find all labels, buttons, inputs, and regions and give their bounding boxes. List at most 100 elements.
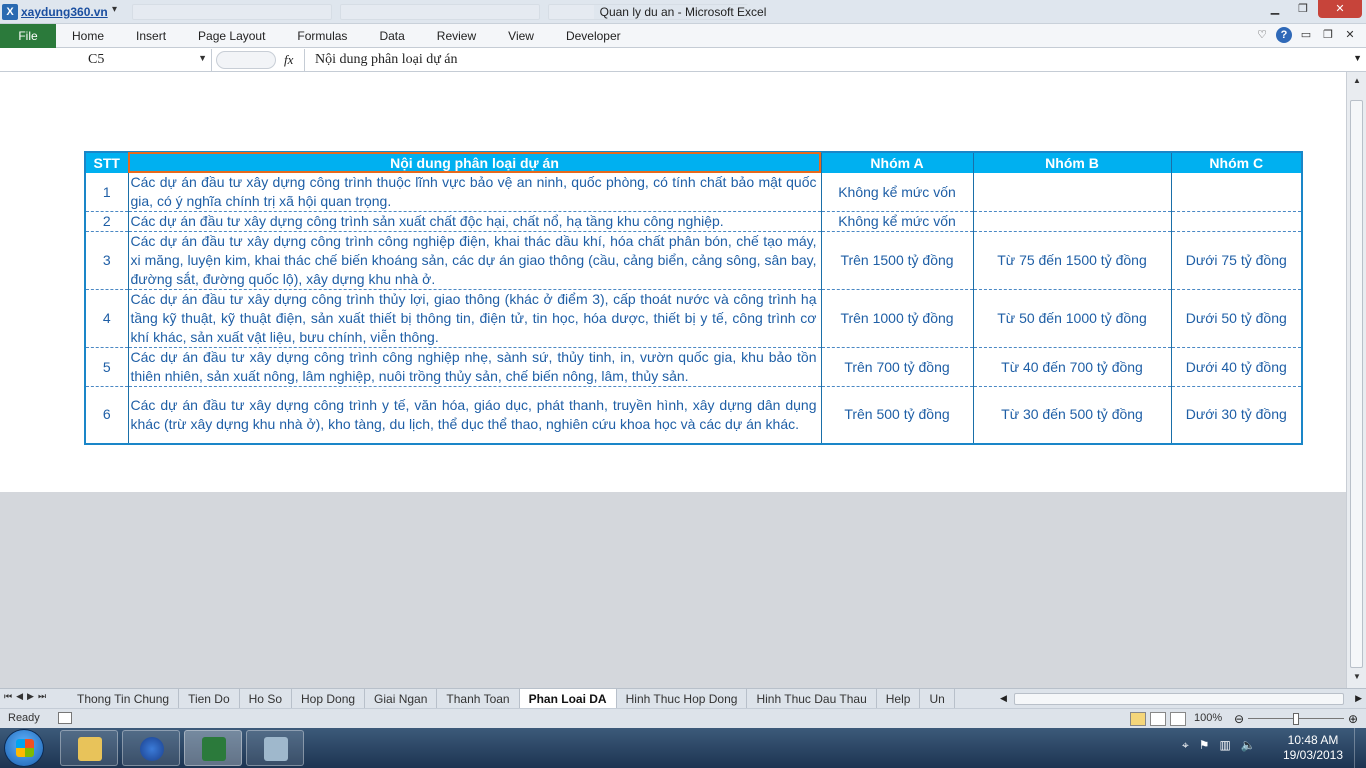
file-tab[interactable]: File — [0, 24, 56, 48]
excel-app-icon[interactable]: X — [2, 4, 18, 20]
row-content-cell[interactable]: Các dự án đầu tư xây dựng công trình thủ… — [128, 289, 822, 348]
taskbar-firefox[interactable] — [122, 730, 180, 766]
start-button[interactable] — [4, 729, 44, 767]
page-layout-view-icon[interactable] — [1150, 712, 1166, 726]
row-content-cell[interactable]: Các dự án đầu tư xây dựng công trình sản… — [128, 211, 822, 232]
group-a-cell[interactable]: Trên 500 tỷ đồng — [821, 386, 974, 444]
group-c-cell[interactable]: Dưới 40 tỷ đồng — [1171, 347, 1303, 387]
normal-view-icon[interactable] — [1130, 712, 1146, 726]
sheet-tab-thanh-toan[interactable]: Thanh Toan — [437, 689, 520, 709]
taskbar-explorer[interactable] — [60, 730, 118, 766]
zoom-knob[interactable] — [1293, 713, 1299, 725]
zoom-in-icon[interactable]: ⊕ — [1348, 712, 1358, 726]
horizontal-scroll-thumb[interactable] — [1014, 693, 1344, 705]
ribbon-tab-data[interactable]: Data — [363, 24, 420, 48]
group-b-cell[interactable]: Từ 75 đến 1500 tỷ đồng — [973, 231, 1172, 290]
header-group-a[interactable]: Nhóm A — [821, 152, 974, 173]
zoom-out-icon[interactable]: ⊖ — [1234, 712, 1244, 726]
sheet-tab-phan-loai-da[interactable]: Phan Loai DA — [519, 689, 617, 709]
row-number-cell[interactable]: 5 — [85, 347, 129, 387]
sheet-tab-tien-do[interactable]: Tien Do — [179, 689, 240, 709]
expand-formula-bar-icon[interactable]: ▼ — [1353, 53, 1362, 63]
show-desktop-button[interactable] — [1354, 728, 1366, 768]
zoom-slider[interactable]: ⊖ ⊕ — [1232, 712, 1362, 726]
help-icon[interactable]: ? — [1276, 27, 1292, 43]
group-c-cell[interactable] — [1171, 173, 1303, 212]
sheet-tab-thong-tin-chung[interactable]: Thong Tin Chung — [68, 689, 180, 709]
header-content-selected-cell[interactable]: Nội dung phân loại dự án — [128, 152, 822, 173]
group-c-cell[interactable]: Dưới 75 tỷ đồng — [1171, 231, 1303, 290]
row-number-cell[interactable]: 1 — [85, 173, 129, 212]
zoom-level[interactable]: 100% — [1194, 712, 1222, 724]
ribbon-tab-page-layout[interactable]: Page Layout — [182, 24, 281, 48]
sheet-tab-giai-ngan[interactable]: Giai Ngan — [365, 689, 438, 709]
scroll-down-icon[interactable]: ▼ — [1351, 672, 1363, 684]
ribbon-tab-insert[interactable]: Insert — [120, 24, 182, 48]
scroll-up-icon[interactable]: ▲ — [1351, 76, 1363, 88]
header-group-c[interactable]: Nhóm C — [1171, 152, 1303, 173]
row-content-cell[interactable]: Các dự án đầu tư xây dựng công trình thu… — [128, 173, 822, 212]
sheet-tab-hinh-thuc-hop-dong[interactable]: Hinh Thuc Hop Dong — [617, 689, 748, 709]
quick-access-dropdown-icon[interactable]: ▾ — [112, 4, 126, 20]
ribbon-tab-formulas[interactable]: Formulas — [281, 24, 363, 48]
group-b-cell[interactable] — [973, 173, 1172, 212]
tray-network-icon[interactable]: ▥ — [1220, 738, 1231, 753]
group-a-cell[interactable]: Trên 1000 tỷ đồng — [821, 289, 974, 348]
taskbar-clock[interactable]: 10:48 AM 19/03/2013 — [1278, 733, 1348, 763]
header-stt[interactable]: STT — [85, 152, 129, 173]
insert-function-icon[interactable]: fx — [284, 52, 293, 68]
vertical-scroll-thumb[interactable] — [1350, 100, 1363, 668]
sheet-tab-un[interactable]: Un — [920, 689, 955, 709]
ribbon-tab-home[interactable]: Home — [56, 24, 120, 48]
tray-flag-icon[interactable]: ⚑ — [1199, 738, 1210, 753]
page-break-view-icon[interactable] — [1170, 712, 1186, 726]
sheet-tab-help[interactable]: Help — [877, 689, 921, 709]
sheet-tab-hop-dong[interactable]: Hop Dong — [292, 689, 366, 709]
group-c-cell[interactable] — [1171, 211, 1303, 232]
close-button[interactable]: ✕ — [1318, 0, 1362, 18]
worksheet-area[interactable]: STT Nội dung phân loại dự án Nhóm A Nhóm… — [0, 72, 1346, 492]
formula-cancel-enter-buttons[interactable] — [216, 51, 276, 69]
doc-close-icon[interactable]: ✕ — [1342, 27, 1358, 43]
group-a-cell[interactable]: Không kể mức vốn — [821, 173, 974, 212]
row-number-cell[interactable]: 6 — [85, 386, 129, 444]
row-content-cell[interactable]: Các dự án đầu tư xây dựng công trình y t… — [128, 386, 822, 444]
scroll-left-icon[interactable]: ◀ — [1000, 693, 1007, 704]
group-b-cell[interactable] — [973, 211, 1172, 232]
scroll-right-icon[interactable]: ▶ — [1355, 693, 1362, 704]
chevron-down-icon[interactable]: ▼ — [198, 53, 207, 63]
restore-button[interactable]: ❐ — [1290, 0, 1316, 18]
tray-location-icon[interactable]: ⌖ — [1182, 738, 1189, 753]
horizontal-scrollbar[interactable]: ◀ ▶ — [1000, 692, 1362, 706]
name-box[interactable]: C5 ▼ — [0, 49, 212, 71]
header-group-b[interactable]: Nhóm B — [973, 152, 1172, 173]
row-number-cell[interactable]: 3 — [85, 231, 129, 290]
ribbon-minimize-icon[interactable]: ♡ — [1254, 27, 1270, 43]
doc-restore-icon[interactable]: ❐ — [1320, 27, 1336, 43]
group-b-cell[interactable]: Từ 50 đến 1000 tỷ đồng — [973, 289, 1172, 348]
group-c-cell[interactable]: Dưới 30 tỷ đồng — [1171, 386, 1303, 444]
ribbon-tab-view[interactable]: View — [492, 24, 550, 48]
doc-minimize-icon[interactable]: ▭ — [1298, 27, 1314, 43]
tray-volume-icon[interactable]: 🔈 — [1241, 738, 1256, 753]
macro-record-icon[interactable] — [58, 712, 72, 724]
vertical-scrollbar[interactable]: ▲ ▼ — [1346, 72, 1366, 688]
group-b-cell[interactable]: Từ 40 đến 700 tỷ đồng — [973, 347, 1172, 387]
group-b-cell[interactable]: Từ 30 đến 500 tỷ đồng — [973, 386, 1172, 444]
prev-sheet-icon[interactable]: ◀ — [16, 691, 23, 702]
sheet-tab-hinh-thuc-dau-thau[interactable]: Hinh Thuc Dau Thau — [747, 689, 877, 709]
row-content-cell[interactable]: Các dự án đầu tư xây dựng công trình côn… — [128, 347, 822, 387]
group-a-cell[interactable]: Trên 700 tỷ đồng — [821, 347, 974, 387]
formula-input[interactable]: Nội dung phân loại dự án — [304, 49, 1348, 71]
first-sheet-icon[interactable]: ⏮ — [4, 691, 12, 702]
minimize-button[interactable]: ▁ — [1262, 0, 1288, 18]
row-number-cell[interactable]: 2 — [85, 211, 129, 232]
group-a-cell[interactable]: Không kể mức vốn — [821, 211, 974, 232]
row-number-cell[interactable]: 4 — [85, 289, 129, 348]
taskbar-excel[interactable] — [184, 730, 242, 766]
last-sheet-icon[interactable]: ⏭ — [38, 691, 46, 702]
ribbon-tab-review[interactable]: Review — [421, 24, 492, 48]
sheet-tab-ho-so[interactable]: Ho So — [240, 689, 292, 709]
next-sheet-icon[interactable]: ▶ — [27, 691, 34, 702]
group-a-cell[interactable]: Trên 1500 tỷ đồng — [821, 231, 974, 290]
